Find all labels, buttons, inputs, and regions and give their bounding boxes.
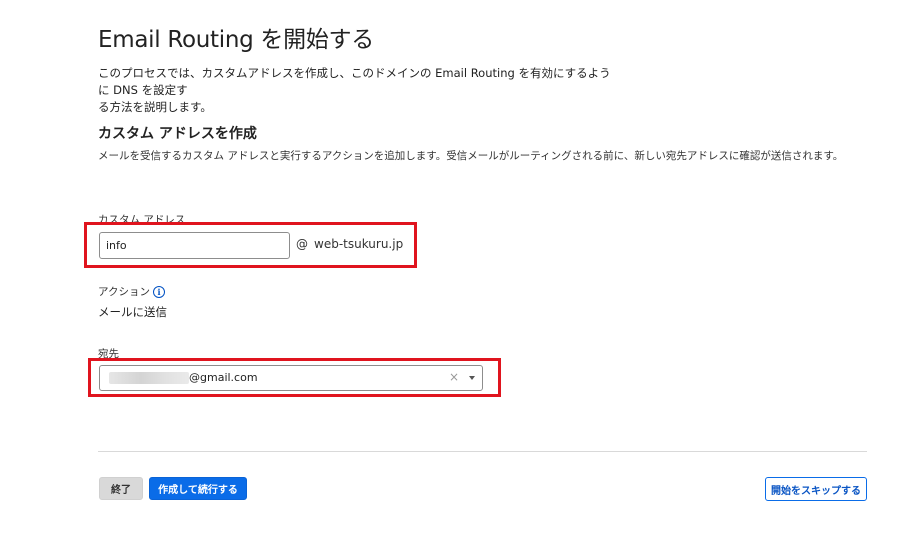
intro-text: このプロセスでは、カスタムアドレスを作成し、このドメインの Email Rout… [98, 65, 618, 116]
footer-divider [98, 451, 867, 452]
section-title: カスタム アドレスを作成 [98, 126, 257, 142]
page-title: Email Routing を開始する [98, 27, 374, 53]
intro-line-2: る方法を説明します。 [98, 100, 212, 114]
section-description: メールを受信するカスタム アドレスと実行するアクションを追加します。受信メールが… [98, 150, 844, 162]
domain-name: web-tsukuru.jp [314, 237, 404, 251]
action-label: アクション [98, 286, 150, 298]
intro-line-1: このプロセスでは、カスタムアドレスを作成し、このドメインの Email Rout… [98, 66, 611, 97]
clear-icon[interactable]: × [449, 370, 459, 384]
info-icon[interactable]: i [152, 285, 165, 298]
at-sign: @ [296, 237, 308, 251]
skip-setup-button[interactable]: 開始をスキップする [765, 477, 867, 501]
custom-address-input[interactable] [99, 232, 290, 259]
action-value: メールに送信 [98, 305, 167, 319]
create-and-continue-button[interactable]: 作成して続行する [149, 477, 247, 500]
action-label-row: アクション i [98, 284, 165, 299]
destination-select[interactable]: @gmail.com × [99, 365, 483, 391]
redacted-email-prefix [109, 372, 189, 384]
end-button[interactable]: 終了 [99, 477, 143, 500]
destination-value: @gmail.com [189, 371, 258, 384]
chevron-down-icon[interactable] [469, 376, 475, 380]
email-routing-setup-page: Email Routing を開始する このプロセスでは、カスタムアドレスを作成… [0, 0, 897, 536]
